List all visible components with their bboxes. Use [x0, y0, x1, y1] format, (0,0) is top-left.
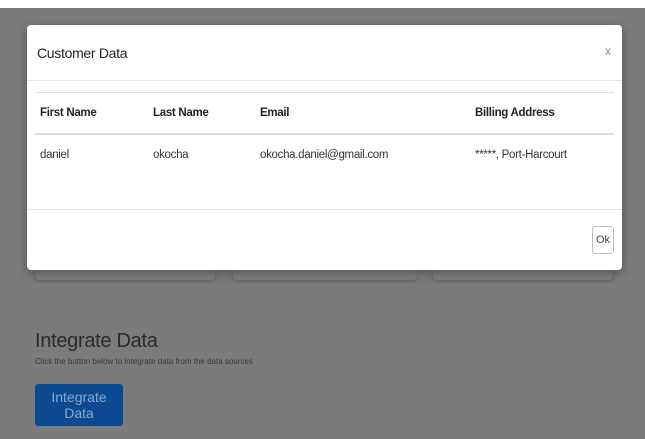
- column-header-email: Email: [260, 107, 290, 119]
- modal-footer: Ok: [27, 209, 622, 271]
- customer-table: First Name Last Name Email Billing Addre…: [35, 92, 614, 175]
- column-header-billing-address: Billing Address: [475, 107, 555, 119]
- page: Integrate Data Click the button below to…: [0, 0, 645, 439]
- customer-data-modal: Customer Data x First Name Last Name Ema…: [27, 25, 622, 270]
- modal-title: Customer Data: [37, 45, 128, 61]
- column-header-first-name: First Name: [40, 107, 97, 119]
- modal-header: Customer Data x: [27, 25, 622, 81]
- customer-table-container: First Name Last Name Email Billing Addre…: [35, 92, 614, 175]
- integrate-data-button[interactable]: Integrate Data: [35, 384, 123, 426]
- table-header-row: First Name Last Name Email Billing Addre…: [35, 92, 614, 134]
- column-header-last-name: Last Name: [153, 107, 209, 119]
- top-strip: [0, 0, 645, 8]
- integrate-heading: Integrate Data: [35, 330, 158, 352]
- close-button[interactable]: x: [605, 44, 611, 58]
- cell-email: okocha.daniel@gmail.com: [260, 149, 389, 161]
- integrate-description: Click the button below to integrate data…: [35, 357, 253, 366]
- cell-billing-address: *****, Port-Harcourt: [475, 149, 567, 161]
- cell-first-name: daniel: [40, 149, 69, 161]
- ok-button[interactable]: Ok: [592, 226, 614, 254]
- cell-last-name: okocha: [153, 149, 189, 161]
- table-row: daniel okocha okocha.daniel@gmail.com **…: [35, 134, 614, 175]
